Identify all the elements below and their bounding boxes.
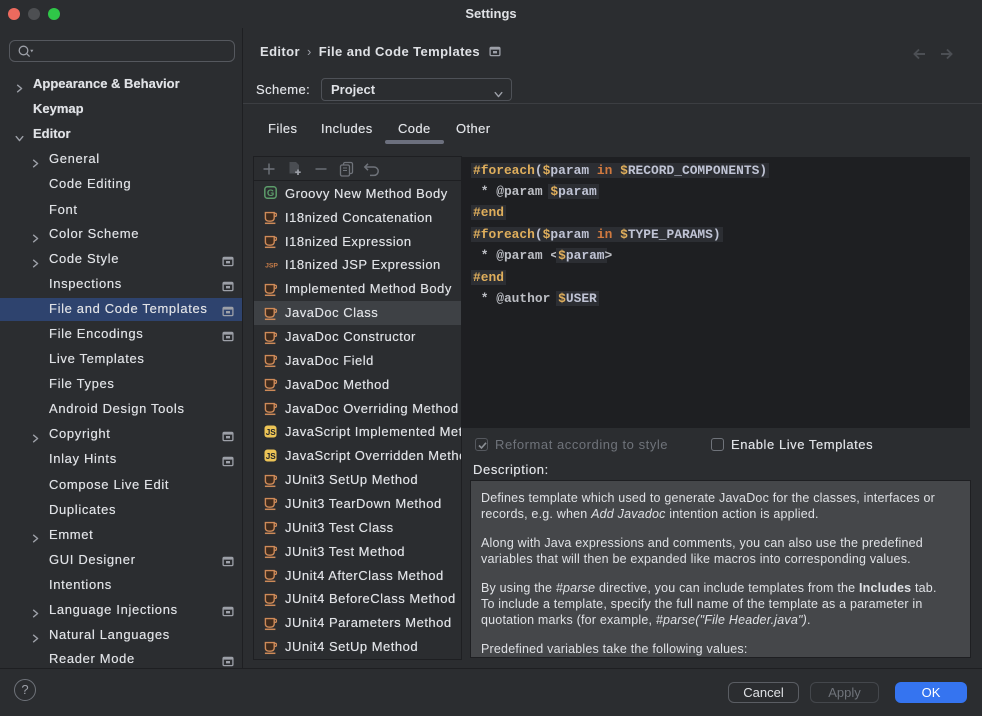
- svg-text:JS: JS: [266, 452, 277, 461]
- svg-text:JS: JS: [266, 428, 277, 437]
- svg-text:G: G: [267, 188, 274, 199]
- svg-text:JSP: JSP: [265, 262, 278, 269]
